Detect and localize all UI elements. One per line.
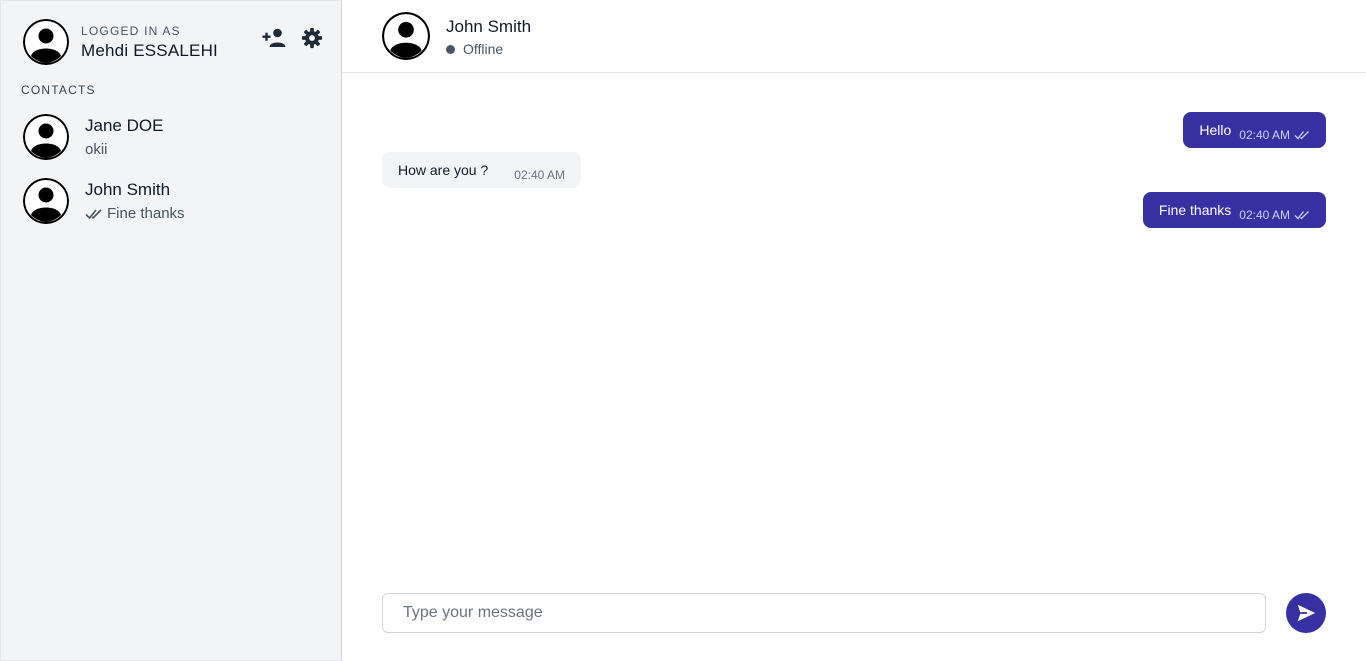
- settings-button[interactable]: [299, 25, 325, 51]
- contacts-heading: CONTACTS: [21, 83, 96, 97]
- contact-name: Jane DOE: [85, 116, 164, 135]
- message-bubble-outgoing: Hello 02:40 AM: [1183, 112, 1326, 148]
- message-time-text: 02:40 AM: [1239, 208, 1290, 222]
- message-time-text: 02:40 AM: [514, 168, 565, 182]
- contact-name: John Smith: [85, 180, 171, 199]
- message-time: 02:40 AM: [514, 168, 565, 182]
- contact-last-message-text: Fine thanks: [107, 205, 185, 222]
- chat-header: John Smith Offline: [342, 0, 1366, 73]
- send-icon: [1297, 604, 1316, 622]
- sidebar: LOGGED IN AS Mehdi ESSALEHI CONTACTS Jan…: [0, 0, 342, 661]
- message-row: Hello 02:40 AM: [382, 112, 1326, 148]
- contact-item-john-smith[interactable]: John Smith Fine thanks: [23, 169, 323, 233]
- user-circle-icon: [23, 19, 69, 65]
- current-user-name: Mehdi ESSALEHI: [81, 40, 218, 60]
- message-bubble-incoming: How are you ? 02:40 AM: [382, 152, 581, 188]
- message-list: Hello 02:40 AM How are you ? 02:40 AM Fi…: [382, 112, 1326, 232]
- contact-last-message-text: okii: [85, 141, 108, 158]
- message-text: Hello: [1199, 122, 1232, 138]
- double-check-icon: [1294, 211, 1309, 220]
- status-text: Offline: [463, 41, 504, 57]
- chat-contact-status: Offline: [446, 41, 503, 57]
- add-user-icon: [262, 28, 286, 47]
- chat-panel: John Smith Offline Hello 02:40 AM How ar…: [342, 0, 1366, 661]
- contact-item-jane-doe[interactable]: Jane DOE okii: [23, 105, 323, 169]
- message-composer: [382, 593, 1326, 633]
- user-circle-icon: [23, 178, 69, 224]
- message-input[interactable]: [382, 593, 1266, 633]
- message-row: Fine thanks 02:40 AM: [382, 192, 1326, 228]
- message-row: How are you ? 02:40 AM: [382, 152, 1326, 188]
- double-check-icon: [85, 208, 102, 219]
- add-contact-button[interactable]: [261, 25, 287, 51]
- message-time: 02:40 AM: [1239, 208, 1310, 222]
- contact-last-message: Fine thanks: [85, 205, 185, 222]
- user-circle-icon: [23, 114, 69, 160]
- status-dot: [446, 44, 455, 54]
- current-user: LOGGED IN AS Mehdi ESSALEHI: [23, 19, 218, 65]
- send-button[interactable]: [1286, 593, 1326, 633]
- gear-icon: [301, 27, 323, 49]
- contact-list: Jane DOE okii John Smith Fine thanks: [23, 105, 323, 233]
- message-time: 02:40 AM: [1239, 128, 1310, 142]
- sidebar-actions: [261, 25, 325, 51]
- user-circle-icon: [382, 12, 430, 60]
- message-text: Fine thanks: [1158, 202, 1232, 218]
- logged-in-caption: LOGGED IN AS: [81, 23, 181, 38]
- chat-contact-name: John Smith: [446, 17, 532, 36]
- contact-last-message: okii: [85, 141, 163, 158]
- message-time-text: 02:40 AM: [1239, 128, 1290, 142]
- message-bubble-outgoing: Fine thanks 02:40 AM: [1142, 192, 1326, 228]
- double-check-icon: [1294, 131, 1309, 140]
- message-text: How are you ?: [398, 162, 489, 178]
